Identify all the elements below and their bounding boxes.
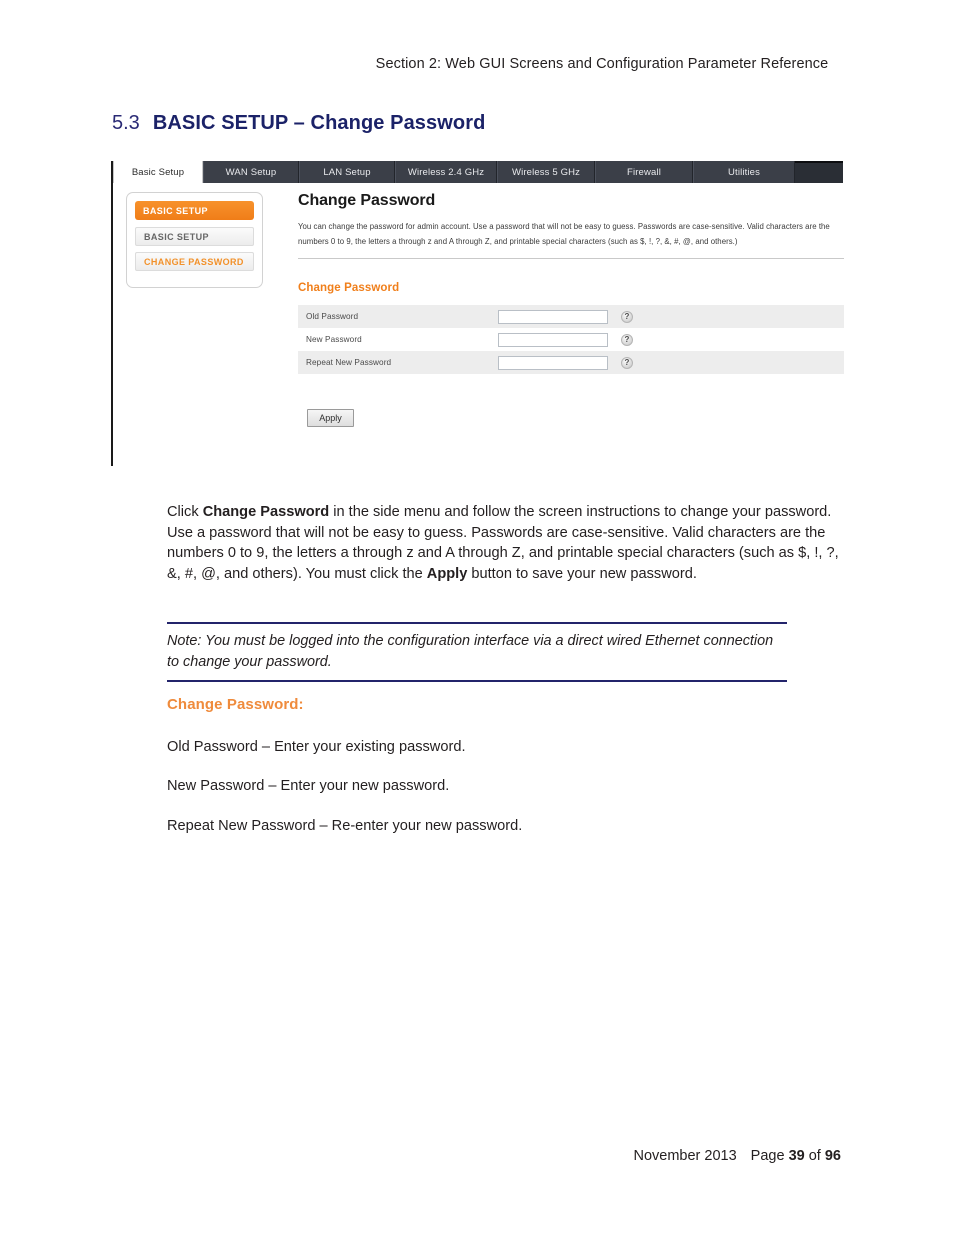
help-icon-repeat-new-password[interactable]: ? — [621, 356, 633, 369]
new-password-input[interactable] — [498, 332, 608, 347]
section-title: BASIC SETUP – Change Password — [152, 112, 486, 134]
tab-lan-setup[interactable]: LAN Setup — [299, 161, 395, 183]
tab-wireless-5ghz[interactable]: Wireless 5 GHz — [497, 161, 595, 183]
footer-page-number: 39 — [788, 1148, 805, 1164]
tab-utilities[interactable]: Utilities — [693, 161, 795, 183]
page-title: 5.3 BASIC SETUP – Change Password — [112, 112, 485, 135]
tab-basic-setup-label: Basic Setup — [131, 166, 185, 178]
form-row-new-password: New Password ? — [298, 328, 844, 351]
tab-bar: Basic Setup WAN Setup LAN Setup Wireless… — [113, 161, 843, 183]
form-row-repeat-new-password: Repeat New Password ? — [298, 351, 844, 374]
panel-divider — [298, 258, 844, 259]
definition-repeat-new-password: Repeat New Password – Re-enter your new … — [167, 818, 523, 834]
sidebar-item-change-password-label: CHANGE PASSWORD — [144, 256, 244, 267]
page-footer: November 2013 Page 39 of 96 — [0, 1148, 954, 1164]
running-head: Section 2: Web GUI Screens and Configura… — [0, 56, 954, 72]
tab-lan-setup-label: LAN Setup — [323, 166, 371, 178]
panel-title: Change Password — [298, 192, 436, 209]
router-ui-body: BASIC SETUP BASIC SETUP CHANGE PASSWORD … — [113, 183, 844, 466]
side-menu: BASIC SETUP BASIC SETUP CHANGE PASSWORD — [126, 192, 263, 288]
tab-utilities-label: Utilities — [728, 166, 760, 178]
instruction-paragraph: Click Change Password in the side menu a… — [167, 502, 843, 585]
tab-wireless-5ghz-label: Wireless 5 GHz — [511, 166, 581, 178]
tab-wan-setup-label: WAN Setup — [225, 166, 277, 178]
panel-description: You can change the password for admin ac… — [298, 222, 830, 246]
paragraph-bold-change-password: Change Password — [202, 504, 330, 520]
tab-firewall-label: Firewall — [627, 166, 661, 178]
sidebar-item-basic-setup[interactable]: BASIC SETUP — [135, 227, 254, 246]
paragraph-part-1: Click — [167, 504, 203, 520]
new-password-label: New Password — [306, 335, 362, 344]
repeat-new-password-label: Repeat New Password — [306, 358, 392, 367]
tab-wireless-24ghz-label: Wireless 2.4 GHz — [407, 166, 485, 178]
tab-firewall[interactable]: Firewall — [595, 161, 693, 183]
sidebar-item-basic-setup-label: BASIC SETUP — [144, 231, 209, 242]
side-menu-header-label: BASIC SETUP — [143, 205, 208, 216]
definition-old-password: Old Password – Enter your existing passw… — [167, 739, 466, 755]
side-menu-header: BASIC SETUP — [135, 201, 254, 220]
apply-button[interactable]: Apply — [307, 409, 354, 427]
footer-page-word: Page — [750, 1148, 785, 1164]
note-box: Note: You must be logged into the config… — [167, 622, 787, 683]
footer-of-word: of — [808, 1148, 821, 1164]
tab-basic-setup[interactable]: Basic Setup — [113, 161, 203, 183]
form-title: Change Password — [298, 282, 400, 294]
note-text: Note: You must be logged into the config… — [167, 633, 774, 670]
running-head-text: Section 2: Web GUI Screens and Configura… — [375, 56, 829, 72]
definition-new-password: New Password – Enter your new password. — [167, 778, 450, 794]
router-ui-screenshot: Basic Setup WAN Setup LAN Setup Wireless… — [111, 161, 844, 466]
tab-wan-setup[interactable]: WAN Setup — [203, 161, 299, 183]
subheading-change-password: Change Password: — [167, 696, 304, 713]
help-icon-new-password[interactable]: ? — [621, 333, 633, 346]
paragraph-part-3: button to save your new password. — [467, 566, 697, 583]
footer-total-pages: 96 — [824, 1148, 841, 1164]
repeat-new-password-input[interactable] — [498, 355, 608, 370]
help-icon-old-password[interactable]: ? — [621, 310, 633, 323]
password-form: Old Password ? New Password ? Repeat New… — [298, 305, 844, 374]
old-password-label: Old Password — [306, 312, 359, 321]
old-password-input[interactable] — [498, 309, 608, 324]
tab-wireless-24ghz[interactable]: Wireless 2.4 GHz — [395, 161, 497, 183]
sidebar-item-change-password[interactable]: CHANGE PASSWORD — [135, 252, 254, 271]
paragraph-bold-apply: Apply — [426, 566, 468, 583]
main-panel: Change Password You can change the passw… — [298, 192, 844, 427]
footer-date: November 2013 — [633, 1148, 737, 1164]
section-number: 5.3 — [112, 112, 140, 134]
form-row-old-password: Old Password ? — [298, 305, 844, 328]
